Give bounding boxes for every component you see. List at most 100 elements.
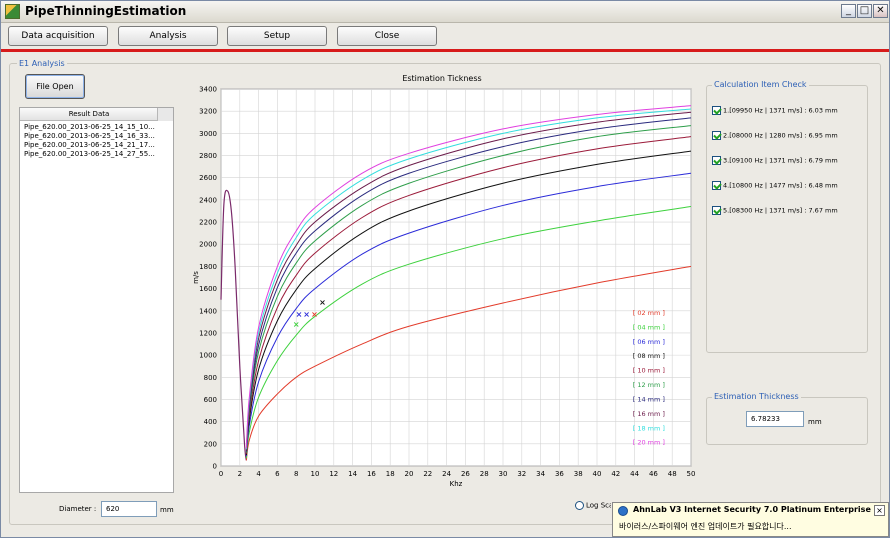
x-tick-label: 0 <box>219 470 223 478</box>
x-tick-label: 20 <box>405 470 414 478</box>
x-tick-label: 28 <box>480 470 489 478</box>
x-axis-label: Khz <box>450 480 463 488</box>
analysis-button[interactable]: Analysis <box>118 26 218 46</box>
calc-item-5[interactable]: 5.[08300 Hz | 1371 m/s] : 7.67 mm <box>712 206 838 215</box>
diameter-label: Diameter : <box>59 505 97 513</box>
y-tick-label: 1800 <box>199 263 217 271</box>
x-tick-label: 32 <box>517 470 526 478</box>
x-tick-label: 18 <box>386 470 395 478</box>
estimation-thickness-value[interactable]: 6.78233 <box>746 411 804 427</box>
y-tick-label: 0 <box>213 463 217 471</box>
radio-circle-icon[interactable] <box>575 501 584 510</box>
y-tick-label: 600 <box>204 396 217 404</box>
legend-entry: [ 12 mm ] <box>633 381 665 389</box>
legend-entry: [ 10 mm ] <box>633 367 665 375</box>
x-tick-label: 6 <box>275 470 280 478</box>
y-tick-label: 3400 <box>199 86 217 94</box>
legend-entry: [ 06 mm ] <box>633 338 665 346</box>
calculation-item-label: Calculation Item Check <box>712 80 809 89</box>
calc-item-2[interactable]: 2.[08000 Hz | 1280 m/s] : 6.95 mm <box>712 131 838 140</box>
title-bar[interactable]: PipeThinningEstimation _ □ ✕ <box>1 1 889 23</box>
legend-entry: [ 14 mm ] <box>633 395 665 403</box>
chart-panel: Estimation Tickness 0 2 4 6 8 10 12 14 16 18 20 22 2… <box>186 71 698 493</box>
calc-item-3[interactable]: 3.[09100 Hz | 1371 m/s] : 6.79 mm <box>712 156 838 165</box>
x-tick-label: 8 <box>294 470 298 478</box>
x-tick-label: 4 <box>256 470 261 478</box>
y-axis-label: m/s <box>192 271 200 284</box>
result-list-item[interactable]: Pipe_620.00_2013-06-25_14_21_17... <box>20 141 160 150</box>
y-tick-label: 3200 <box>199 108 217 116</box>
minimize-button[interactable]: _ <box>841 4 856 18</box>
checkbox-checked-icon[interactable] <box>712 181 721 190</box>
estimation-thickness-unit: mm <box>808 418 822 426</box>
file-open-button[interactable]: File Open <box>25 74 85 99</box>
calc-item-label: 2.[08000 Hz | 1280 m/s] : 6.95 mm <box>723 131 838 140</box>
y-tick-label: 1400 <box>199 307 217 315</box>
close-icon[interactable]: × <box>874 505 885 516</box>
setup-button[interactable]: Setup <box>227 26 327 46</box>
x-tick-label: 50 <box>687 470 696 478</box>
x-tick-label: 36 <box>555 470 564 478</box>
legend-entry: [ 20 mm ] <box>633 439 665 447</box>
x-tick-label: 42 <box>611 470 620 478</box>
legend-entry: [ 08 mm ] <box>633 352 665 360</box>
e1-analysis-label: E1 Analysis <box>17 59 67 68</box>
window-title: PipeThinningEstimation <box>25 4 187 18</box>
calculation-item-group: 1.[09950 Hz | 1371 m/s] : 6.03 mm 2.[0800… <box>706 85 868 353</box>
y-tick-label: 1200 <box>199 329 217 337</box>
y-tick-label: 2000 <box>199 241 217 249</box>
y-tick-label: 1600 <box>199 285 217 293</box>
result-list-item[interactable]: Pipe_620.00_2013-06-25_14_27_55... <box>20 150 160 159</box>
y-tick-label: 400 <box>204 418 217 426</box>
checkbox-checked-icon[interactable] <box>712 206 721 215</box>
data-point-marker: × <box>303 310 310 319</box>
result-data-header[interactable]: Result Data <box>20 108 158 121</box>
legend-entry: [ 16 mm ] <box>633 410 665 418</box>
data-acquisition-button[interactable]: Data acquisition <box>8 26 108 46</box>
checkbox-checked-icon[interactable] <box>712 131 721 140</box>
diameter-input[interactable]: 620 <box>101 501 157 517</box>
result-list-item[interactable]: Pipe_620.00_2013-06-25_14_15_10... <box>20 123 160 132</box>
x-tick-label: 40 <box>593 470 602 478</box>
x-tick-label: 24 <box>442 470 451 478</box>
y-tick-label: 800 <box>204 374 217 382</box>
result-data-list[interactable]: Result Data Pipe_620.00_2013-06-25_14_15… <box>19 107 174 493</box>
data-point-marker: × <box>296 310 303 319</box>
calc-item-label: 1.[09950 Hz | 1371 m/s] : 6.03 mm <box>723 106 838 115</box>
result-list-item[interactable]: Pipe_620.00_2013-06-25_14_16_33... <box>20 132 160 141</box>
thickness-chart: 0 2 4 6 8 10 12 14 16 18 20 22 24 26 28 30 32 34 36 38 40 42 4… <box>192 86 696 489</box>
antivirus-notification[interactable]: AhnLab V3 Internet Security 7.0 Platinum… <box>612 502 889 537</box>
legend-entry: [ 02 mm ] <box>633 309 665 317</box>
close-window-button[interactable]: ✕ <box>873 4 888 18</box>
app-icon <box>5 4 20 19</box>
legend-entry: [ 18 mm ] <box>633 424 665 432</box>
x-tick-label: 34 <box>536 470 545 478</box>
x-tick-label: 22 <box>423 470 432 478</box>
x-tick-label: 44 <box>630 470 639 478</box>
result-scroll-corner <box>157 108 173 121</box>
maximize-button[interactable]: □ <box>857 4 872 18</box>
x-tick-label: 16 <box>367 470 376 478</box>
notification-title: AhnLab V3 Internet Security 7.0 Platinum… <box>633 505 871 514</box>
calc-item-4[interactable]: 4.[10800 Hz | 1477 m/s] : 6.48 mm <box>712 181 838 190</box>
diameter-unit: mm <box>160 506 174 514</box>
x-tick-label: 26 <box>461 470 470 478</box>
shield-icon <box>618 506 628 516</box>
legend-entry: [ 04 mm ] <box>633 323 665 331</box>
log-scale-label: Log Scale <box>586 501 611 510</box>
checkbox-checked-icon[interactable] <box>712 106 721 115</box>
calc-item-label: 5.[08300 Hz | 1371 m/s] : 7.67 mm <box>723 206 838 215</box>
x-tick-label: 48 <box>668 470 677 478</box>
calc-item-label: 3.[09100 Hz | 1371 m/s] : 6.79 mm <box>723 156 838 165</box>
calc-item-1[interactable]: 1.[09950 Hz | 1371 m/s] : 6.03 mm <box>712 106 838 115</box>
x-tick-label: 46 <box>649 470 658 478</box>
x-tick-label: 30 <box>499 470 508 478</box>
close-button[interactable]: Close <box>337 26 437 46</box>
y-tick-label: 3000 <box>199 130 217 138</box>
x-tick-label: 38 <box>574 470 583 478</box>
log-scale-radio[interactable]: Log Scale <box>575 501 611 510</box>
data-point-marker: × <box>319 298 326 307</box>
x-tick-label: 12 <box>329 470 338 478</box>
y-tick-label: 2400 <box>199 196 217 204</box>
checkbox-checked-icon[interactable] <box>712 156 721 165</box>
